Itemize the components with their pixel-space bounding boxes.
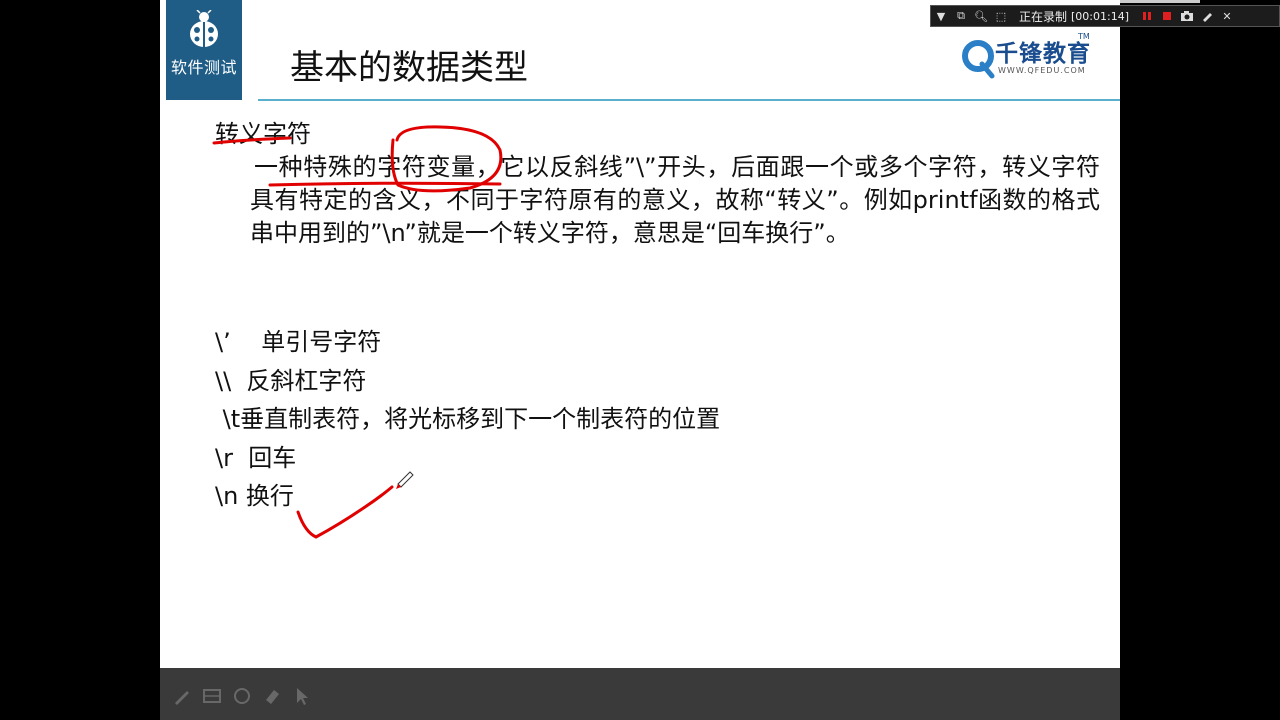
brand-logo: 千锋教育 TM WWW.QFEDU.COM (962, 32, 1092, 82)
description-paragraph: 一种特殊的字符变量，它以反斜线”\”开头，后面跟一个或多个字符，转义字符具有特定… (250, 153, 1100, 247)
slideshow-toolbar (160, 668, 1120, 720)
dropdown-icon[interactable]: ▼ (931, 6, 951, 26)
region-icon[interactable]: ⬚ (991, 6, 1011, 26)
pause-icon[interactable] (1137, 6, 1157, 26)
camera-icon[interactable] (1177, 6, 1197, 26)
escape-item-return: \r 回车 (215, 443, 297, 472)
restore-window-icon[interactable]: ⧉ (951, 6, 971, 26)
escape-item-newline: \n 换行 (215, 482, 294, 510)
recorder-bar: ▼ ⧉ 🔍︎ ⬚ 正在录制 [00:01:14] ✕ (930, 5, 1280, 27)
brand-name: 千锋教育 (995, 41, 1091, 67)
recording-time: [00:01:14] (1071, 9, 1130, 23)
zoom-icon[interactable]: 🔍︎ (971, 6, 991, 26)
slide-title: 基本的数据类型 (290, 48, 528, 88)
brand-q-icon (962, 40, 995, 79)
slide: 软件测试 基本的数据类型 千锋教育 TM WWW.QFEDU.COM 转义字符 … (160, 0, 1120, 668)
escape-list: \’ 单引号字符 \\ 反斜杠字符 \t垂直制表符，将光标移到下一个制表符的位置… (215, 322, 720, 515)
course-logo: 软件测试 (166, 0, 242, 100)
close-icon[interactable]: ✕ (1217, 6, 1237, 26)
pen-icon[interactable] (1197, 6, 1217, 26)
stop-icon[interactable] (1157, 6, 1177, 26)
cursor-arrow-icon[interactable] (292, 686, 312, 706)
slides-grid-icon[interactable] (202, 686, 222, 706)
escape-item-tab: \t垂直制表符，将光标移到下一个制表符的位置 (215, 405, 721, 433)
escape-item-quote: \’ 单引号字符 (215, 328, 382, 356)
pointer-options-icon[interactable] (232, 686, 252, 706)
logo-text: 软件测试 (170, 58, 237, 77)
pen-tool-icon[interactable] (172, 686, 192, 706)
brand-tm: TM (1078, 32, 1090, 41)
brand-url: WWW.QFEDU.COM (998, 66, 1086, 75)
header-divider (258, 99, 1120, 101)
section-heading: 转义字符 (215, 120, 311, 148)
recording-status: 正在录制 (1019, 9, 1068, 24)
eraser-icon[interactable] (262, 686, 282, 706)
ladybug-icon (190, 10, 218, 47)
escape-item-backslash: \\ 反斜杠字符 (215, 366, 367, 395)
